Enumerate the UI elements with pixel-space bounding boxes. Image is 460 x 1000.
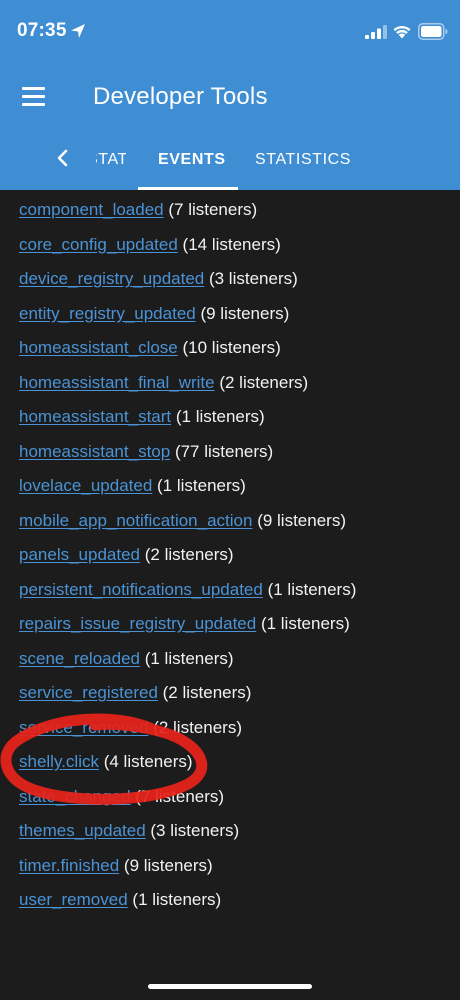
- list-item: repairs_issue_registry_updated (1 listen…: [19, 612, 356, 647]
- tab-bar: STATE EVENTS STATISTICS: [0, 128, 460, 190]
- listener-count: (7 listeners): [168, 200, 258, 219]
- listener-count: (4 listeners): [103, 752, 193, 771]
- event-link[interactable]: panels_updated: [19, 545, 140, 564]
- event-list-panel: component_loaded (7 listeners) core_conf…: [0, 190, 460, 1000]
- listener-count: (77 listeners): [174, 441, 274, 461]
- list-item: homeassistant_close (10 listeners): [19, 336, 356, 371]
- cellular-signal-icon: [365, 25, 387, 39]
- list-item: device_registry_updated (3 listeners): [19, 267, 356, 302]
- list-item: mobile_app_notification_action (9 listen…: [19, 509, 356, 544]
- list-item: component_loaded (7 listeners): [19, 198, 356, 233]
- event-link[interactable]: mobile_app_notification_action: [19, 511, 252, 530]
- list-item: entity_registry_updated (9 listeners): [19, 302, 356, 337]
- list-item: user_removed (1 listeners): [19, 888, 356, 923]
- event-link[interactable]: homeassistant_close: [19, 338, 178, 357]
- event-link[interactable]: persistent_notifications_updated: [19, 580, 263, 599]
- list-item: core_config_updated (14 listeners): [19, 233, 356, 268]
- list-item: themes_updated (3 listeners): [19, 819, 356, 854]
- status-time: 07:35: [17, 20, 67, 41]
- list-item: lovelace_updated (1 listeners): [19, 474, 356, 509]
- tab-state-label: STATE: [96, 151, 126, 168]
- event-link[interactable]: service_removed: [19, 718, 148, 737]
- list-item: service_registered (2 listeners): [19, 681, 356, 716]
- wifi-icon: [393, 25, 411, 39]
- hamburger-menu-icon[interactable]: [20, 85, 48, 107]
- tab-state[interactable]: STATE: [96, 151, 126, 169]
- list-item: homeassistant_stop (77 listeners): [19, 440, 356, 475]
- event-link[interactable]: homeassistant_start: [19, 407, 171, 426]
- event-link[interactable]: themes_updated: [19, 821, 146, 840]
- listener-count: (2 listeners): [153, 717, 242, 737]
- listener-count: (1 listeners): [260, 614, 350, 633]
- list-item: shelly.click (4 listeners): [19, 750, 356, 785]
- list-item: homeassistant_start (1 listeners): [19, 405, 356, 440]
- list-item: homeassistant_final_write (2 listeners): [19, 371, 356, 406]
- listener-count: (1 listeners): [157, 476, 246, 495]
- event-link[interactable]: entity_registry_updated: [19, 304, 196, 323]
- list-item: panels_updated (2 listeners): [19, 543, 356, 578]
- listener-count: (3 listeners): [208, 269, 298, 288]
- event-list: component_loaded (7 listeners) core_conf…: [19, 198, 356, 923]
- listener-count: (9 listeners): [200, 303, 290, 323]
- chevron-left-icon[interactable]: [52, 146, 74, 170]
- tab-statistics[interactable]: STATISTICS: [255, 151, 351, 169]
- listener-count: (2 listeners): [219, 372, 309, 392]
- listener-count: (2 listeners): [162, 683, 252, 702]
- event-link[interactable]: scene_reloaded: [19, 649, 140, 668]
- list-item: service_removed (2 listeners): [19, 716, 356, 751]
- listener-count: (1 listeners): [267, 579, 357, 599]
- listener-count: (7 listeners): [135, 786, 225, 806]
- listener-count: (3 listeners): [150, 821, 240, 840]
- event-link[interactable]: repairs_issue_registry_updated: [19, 614, 256, 633]
- event-link[interactable]: core_config_updated: [19, 235, 178, 254]
- listener-count: (1 listeners): [144, 648, 234, 668]
- toolbar: Developer Tools: [0, 64, 460, 128]
- page-title: Developer Tools: [93, 83, 268, 110]
- battery-icon: [418, 23, 448, 40]
- event-link[interactable]: state_changed: [19, 787, 131, 806]
- event-link[interactable]: device_registry_updated: [19, 269, 204, 288]
- event-link[interactable]: timer.finished: [19, 856, 119, 875]
- event-link[interactable]: component_loaded: [19, 200, 164, 219]
- event-link[interactable]: homeassistant_final_write: [19, 373, 215, 392]
- event-link[interactable]: shelly.click: [19, 752, 99, 771]
- status-bar: 07:35: [0, 0, 460, 64]
- location-arrow-icon: [71, 24, 85, 38]
- listener-count: (9 listeners): [257, 510, 346, 530]
- list-item: scene_reloaded (1 listeners): [19, 647, 356, 682]
- tab-events[interactable]: EVENTS: [158, 151, 226, 169]
- list-item: persistent_notifications_updated (1 list…: [19, 578, 356, 613]
- listener-count: (2 listeners): [144, 545, 234, 564]
- app-header: 07:35 Developer Tools TAT EVENTS STATIST…: [0, 0, 460, 190]
- event-link[interactable]: homeassistant_stop: [19, 442, 170, 461]
- event-link[interactable]: user_removed: [19, 890, 128, 909]
- home-indicator: [148, 984, 312, 989]
- listener-count: (1 listeners): [132, 890, 222, 909]
- listener-count: (9 listeners): [123, 855, 213, 875]
- event-link[interactable]: service_registered: [19, 683, 158, 702]
- listener-count: (1 listeners): [175, 407, 265, 426]
- event-link[interactable]: lovelace_updated: [19, 476, 152, 495]
- list-item: timer.finished (9 listeners): [19, 854, 356, 889]
- list-item: state_changed (7 listeners): [19, 785, 356, 820]
- listener-count: (10 listeners): [182, 338, 281, 357]
- listener-count: (14 listeners): [182, 234, 281, 254]
